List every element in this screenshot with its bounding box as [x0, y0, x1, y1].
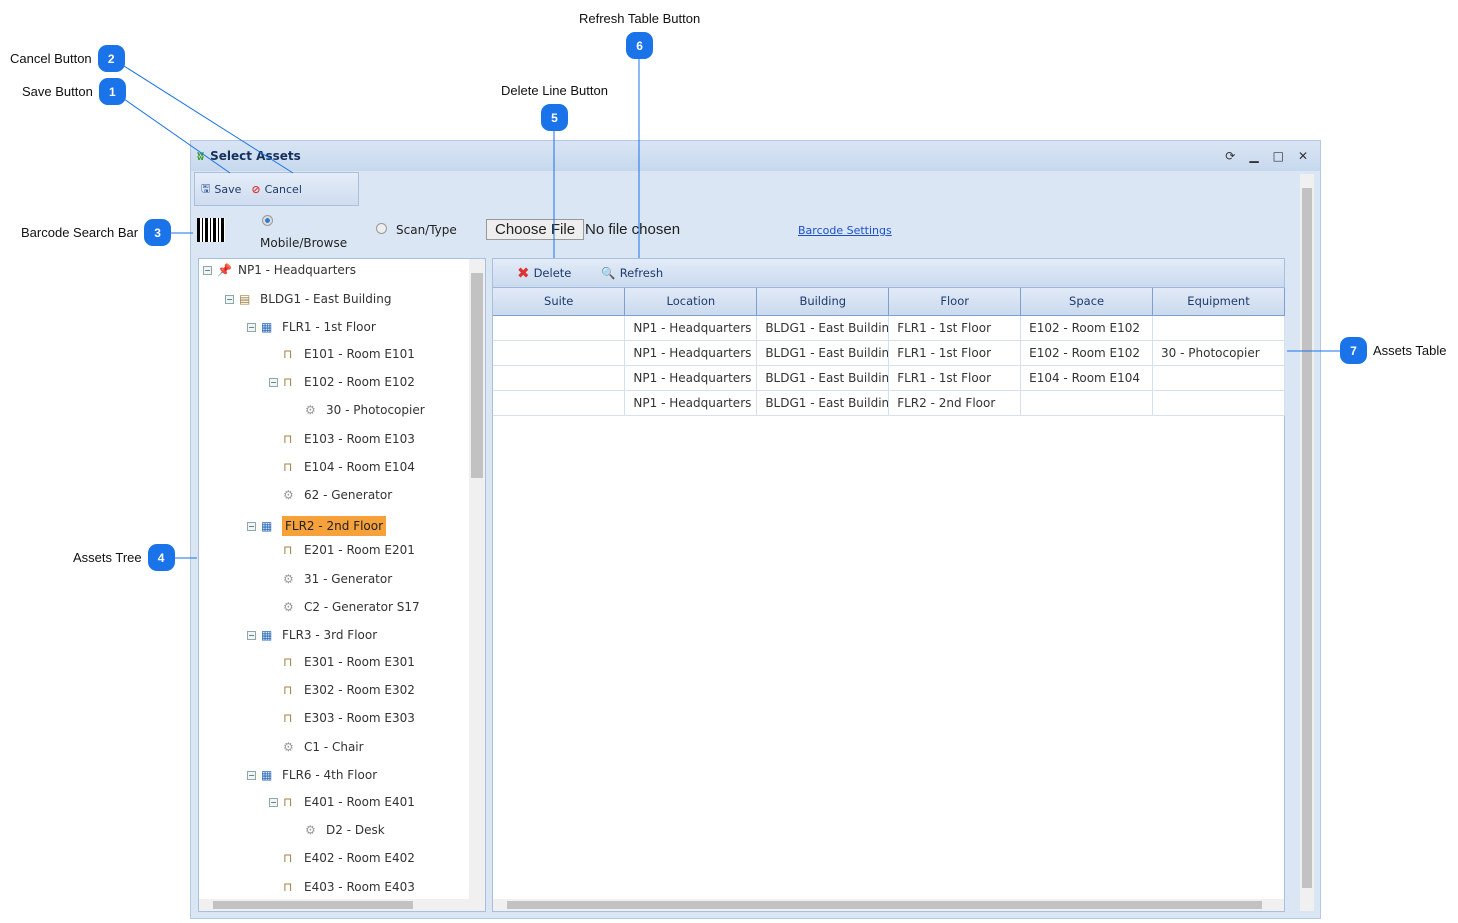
callout-number: 1 — [98, 78, 126, 105]
callout-number: 3 — [144, 219, 172, 246]
callout-table: 7 Assets Table — [1340, 337, 1446, 364]
callout-number: 7 — [1340, 337, 1367, 364]
callout-label: Barcode Search Bar — [21, 225, 139, 240]
callout-label: Assets Table — [1373, 343, 1447, 358]
callout-number: 2 — [97, 45, 125, 72]
callout-refresh: Refresh Table Button 6 — [579, 11, 700, 59]
callout-label: Delete Line Button — [501, 83, 608, 98]
callout-cancel: Cancel Button 2 — [10, 45, 125, 72]
callout-label: Refresh Table Button — [579, 11, 701, 26]
callout-lines — [123, 58, 1340, 559]
callout-barcode: Barcode Search Bar 3 — [21, 219, 172, 246]
callout-label: Save Button — [22, 84, 93, 99]
callout-number: 4 — [147, 544, 175, 571]
callout-number: 5 — [540, 104, 568, 131]
callout-label: Cancel Button — [10, 51, 92, 66]
callout-label: Assets Tree — [73, 550, 142, 565]
callout-save: Save Button 1 — [22, 78, 126, 105]
callout-number: 6 — [626, 32, 654, 59]
callout-tree: Assets Tree 4 — [73, 544, 175, 571]
callout-delete: Delete Line Button 5 — [501, 83, 608, 131]
